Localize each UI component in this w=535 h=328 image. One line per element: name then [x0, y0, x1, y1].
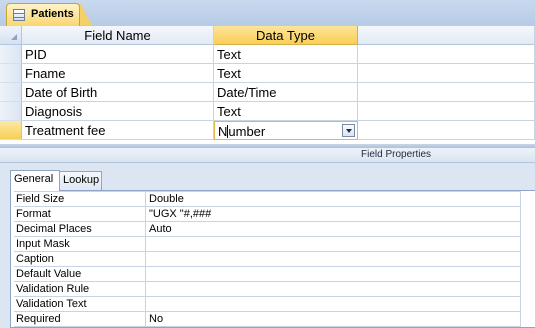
description-cell[interactable]	[358, 83, 535, 102]
data-type-cell[interactable]: Date/Time	[214, 83, 358, 102]
column-header-description[interactable]	[358, 26, 535, 45]
data-type-cell[interactable]: Text	[214, 45, 358, 64]
field-row[interactable]: Diagnosis Text	[0, 102, 535, 121]
property-label: Validation Text	[14, 297, 146, 312]
row-selector[interactable]	[0, 64, 22, 83]
row-selector[interactable]	[0, 45, 22, 64]
property-value[interactable]: Double	[146, 192, 521, 207]
table-icon	[13, 9, 25, 21]
data-type-dropdown[interactable]: Number	[214, 121, 358, 140]
property-row[interactable]: Input Mask	[14, 237, 521, 252]
row-selector[interactable]	[0, 102, 22, 121]
property-row[interactable]: Caption	[14, 252, 521, 267]
property-label: Default Value	[14, 267, 146, 282]
tab-general[interactable]: General	[10, 170, 60, 191]
property-label: Caption	[14, 252, 146, 267]
column-header-field-name[interactable]: Field Name	[22, 26, 214, 45]
column-header-data-type[interactable]: Data Type	[214, 26, 358, 45]
property-value[interactable]	[146, 237, 521, 252]
document-tab-label: Patients	[31, 8, 74, 20]
property-value[interactable]: "UGX "#,###	[146, 207, 521, 222]
row-selector[interactable]	[0, 83, 22, 102]
field-name-cell[interactable]: Fname	[22, 64, 214, 83]
property-label: Input Mask	[14, 237, 146, 252]
data-type-value-suffix: umber	[228, 124, 266, 139]
field-name-cell[interactable]: Treatment fee	[22, 121, 214, 140]
property-value[interactable]	[146, 282, 521, 297]
property-row[interactable]: Decimal Places Auto	[14, 222, 521, 237]
field-row-current[interactable]: Treatment fee Number	[0, 121, 535, 140]
document-tab-patients[interactable]: Patients	[6, 3, 80, 26]
property-value[interactable]	[146, 252, 521, 267]
description-cell[interactable]	[358, 121, 535, 140]
data-type-value-prefix: N	[218, 124, 228, 139]
description-cell[interactable]	[358, 45, 535, 64]
field-row[interactable]: Fname Text	[0, 64, 535, 83]
property-row[interactable]: Format "UGX "#,###	[14, 207, 521, 222]
property-value[interactable]: Auto	[146, 222, 521, 237]
property-row[interactable]: Required No	[14, 312, 521, 327]
property-value[interactable]	[146, 267, 521, 282]
field-name-cell[interactable]: PID	[22, 45, 214, 64]
description-cell[interactable]	[358, 102, 535, 121]
description-cell[interactable]	[358, 64, 535, 83]
property-label: Validation Rule	[14, 282, 146, 297]
property-row[interactable]: Validation Rule	[14, 282, 521, 297]
field-row[interactable]: Date of Birth Date/Time	[0, 83, 535, 102]
field-properties-header: Field Properties	[0, 148, 535, 163]
table-design-grid: Field Name Data Type PID Text Fname Text…	[0, 26, 535, 144]
field-name-cell[interactable]: Diagnosis	[22, 102, 214, 121]
field-name-cell[interactable]: Date of Birth	[22, 83, 214, 102]
property-row[interactable]: Validation Text	[14, 297, 521, 312]
property-row[interactable]: Field Size Double	[14, 192, 521, 207]
data-type-cell[interactable]: Text	[214, 64, 358, 83]
tab-edge	[80, 3, 92, 25]
property-label: Required	[14, 312, 146, 327]
chevron-down-icon[interactable]	[342, 124, 355, 137]
tab-lookup[interactable]: Lookup	[59, 171, 102, 190]
property-row[interactable]: Default Value	[14, 267, 521, 282]
field-row[interactable]: PID Text	[0, 45, 535, 64]
property-value[interactable]: No	[146, 312, 521, 327]
data-type-cell[interactable]: Text	[214, 102, 358, 121]
property-value[interactable]	[146, 297, 521, 312]
row-selector-current[interactable]	[0, 121, 22, 140]
select-all-corner[interactable]	[0, 26, 22, 45]
field-properties-title: Field Properties	[361, 149, 432, 160]
property-label: Format	[14, 207, 146, 222]
property-label: Decimal Places	[14, 222, 146, 237]
property-label: Field Size	[14, 192, 146, 207]
